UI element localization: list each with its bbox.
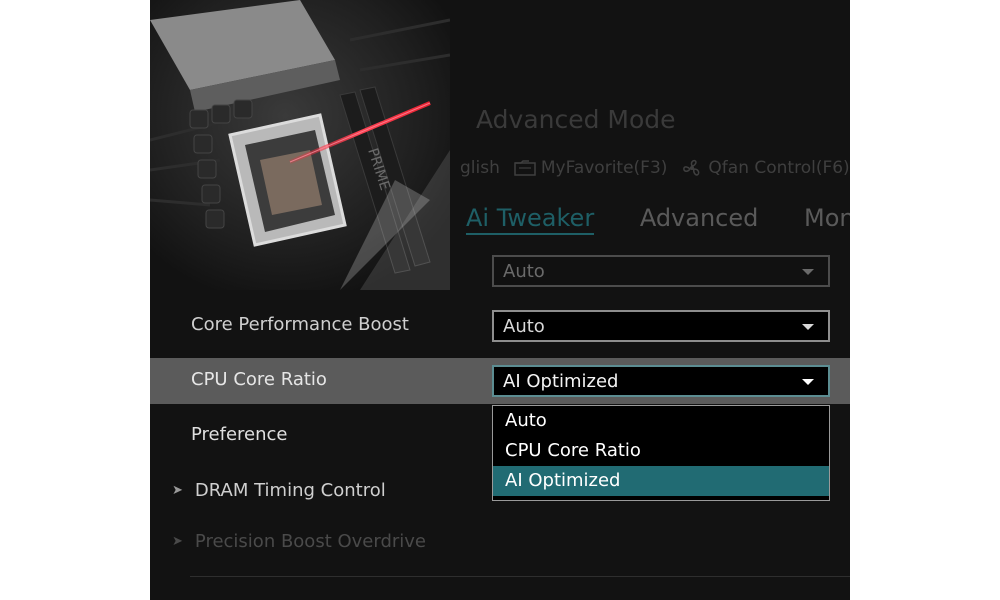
- my-favorite-label: MyFavorite(F3): [540, 158, 668, 178]
- language-selector[interactable]: glish: [460, 158, 500, 178]
- toolbar: glish MyFavorite(F3) Qfan Control(F6): [460, 156, 850, 180]
- bios-window: PRIME Advanced Mode glish MyFavorite(F3): [150, 0, 850, 600]
- chevron-down-icon: [802, 269, 814, 275]
- top-setting-value: Auto: [503, 260, 545, 282]
- cpu-core-ratio-dropdown: Auto CPU Core Ratio AI Optimized: [492, 405, 830, 501]
- tab-ai-tweaker[interactable]: Ai Tweaker: [466, 204, 595, 235]
- top-setting-select[interactable]: Auto: [492, 255, 830, 287]
- preference-label: Preference: [191, 424, 288, 445]
- precision-boost-overdrive-item[interactable]: ➤ Precision Boost Overdrive: [172, 531, 426, 552]
- dropdown-option-auto[interactable]: Auto: [493, 406, 829, 436]
- motherboard-image: PRIME: [150, 0, 450, 290]
- fan-icon: [683, 159, 700, 176]
- dropdown-option-cpu-core-ratio[interactable]: CPU Core Ratio: [493, 436, 829, 466]
- chevron-right-icon: ➤: [172, 483, 183, 498]
- core-performance-boost-value: Auto: [503, 315, 545, 337]
- cpu-core-ratio-value: AI Optimized: [503, 370, 619, 392]
- divider: [190, 576, 850, 577]
- chevron-down-icon: [802, 379, 814, 385]
- qfan-control-button[interactable]: Qfan Control(F6): [681, 158, 850, 178]
- my-favorite-button[interactable]: MyFavorite(F3): [514, 158, 668, 178]
- core-performance-boost-select[interactable]: Auto: [492, 310, 830, 342]
- mode-title: Advanced Mode: [476, 105, 676, 134]
- chevron-down-icon: [802, 324, 814, 330]
- dram-timing-control-item[interactable]: ➤ DRAM Timing Control: [172, 480, 386, 501]
- core-performance-boost-label: Core Performance Boost: [191, 314, 409, 335]
- tab-advanced[interactable]: Advanced: [640, 204, 759, 232]
- favorite-folder-icon: [514, 160, 536, 176]
- dropdown-option-ai-optimized[interactable]: AI Optimized: [493, 466, 829, 496]
- tab-monitor[interactable]: Monit: [804, 204, 850, 232]
- cpu-core-ratio-select[interactable]: AI Optimized: [492, 365, 830, 397]
- language-label: glish: [460, 158, 500, 178]
- cpu-core-ratio-label: CPU Core Ratio: [191, 369, 327, 390]
- main-tabs: Ai Tweaker Advanced Monit: [466, 204, 850, 240]
- dram-timing-control-label: DRAM Timing Control: [194, 480, 386, 501]
- precision-boost-overdrive-label: Precision Boost Overdrive: [194, 531, 427, 552]
- chevron-right-icon: ➤: [172, 534, 183, 549]
- qfan-control-label: Qfan Control(F6): [708, 158, 850, 178]
